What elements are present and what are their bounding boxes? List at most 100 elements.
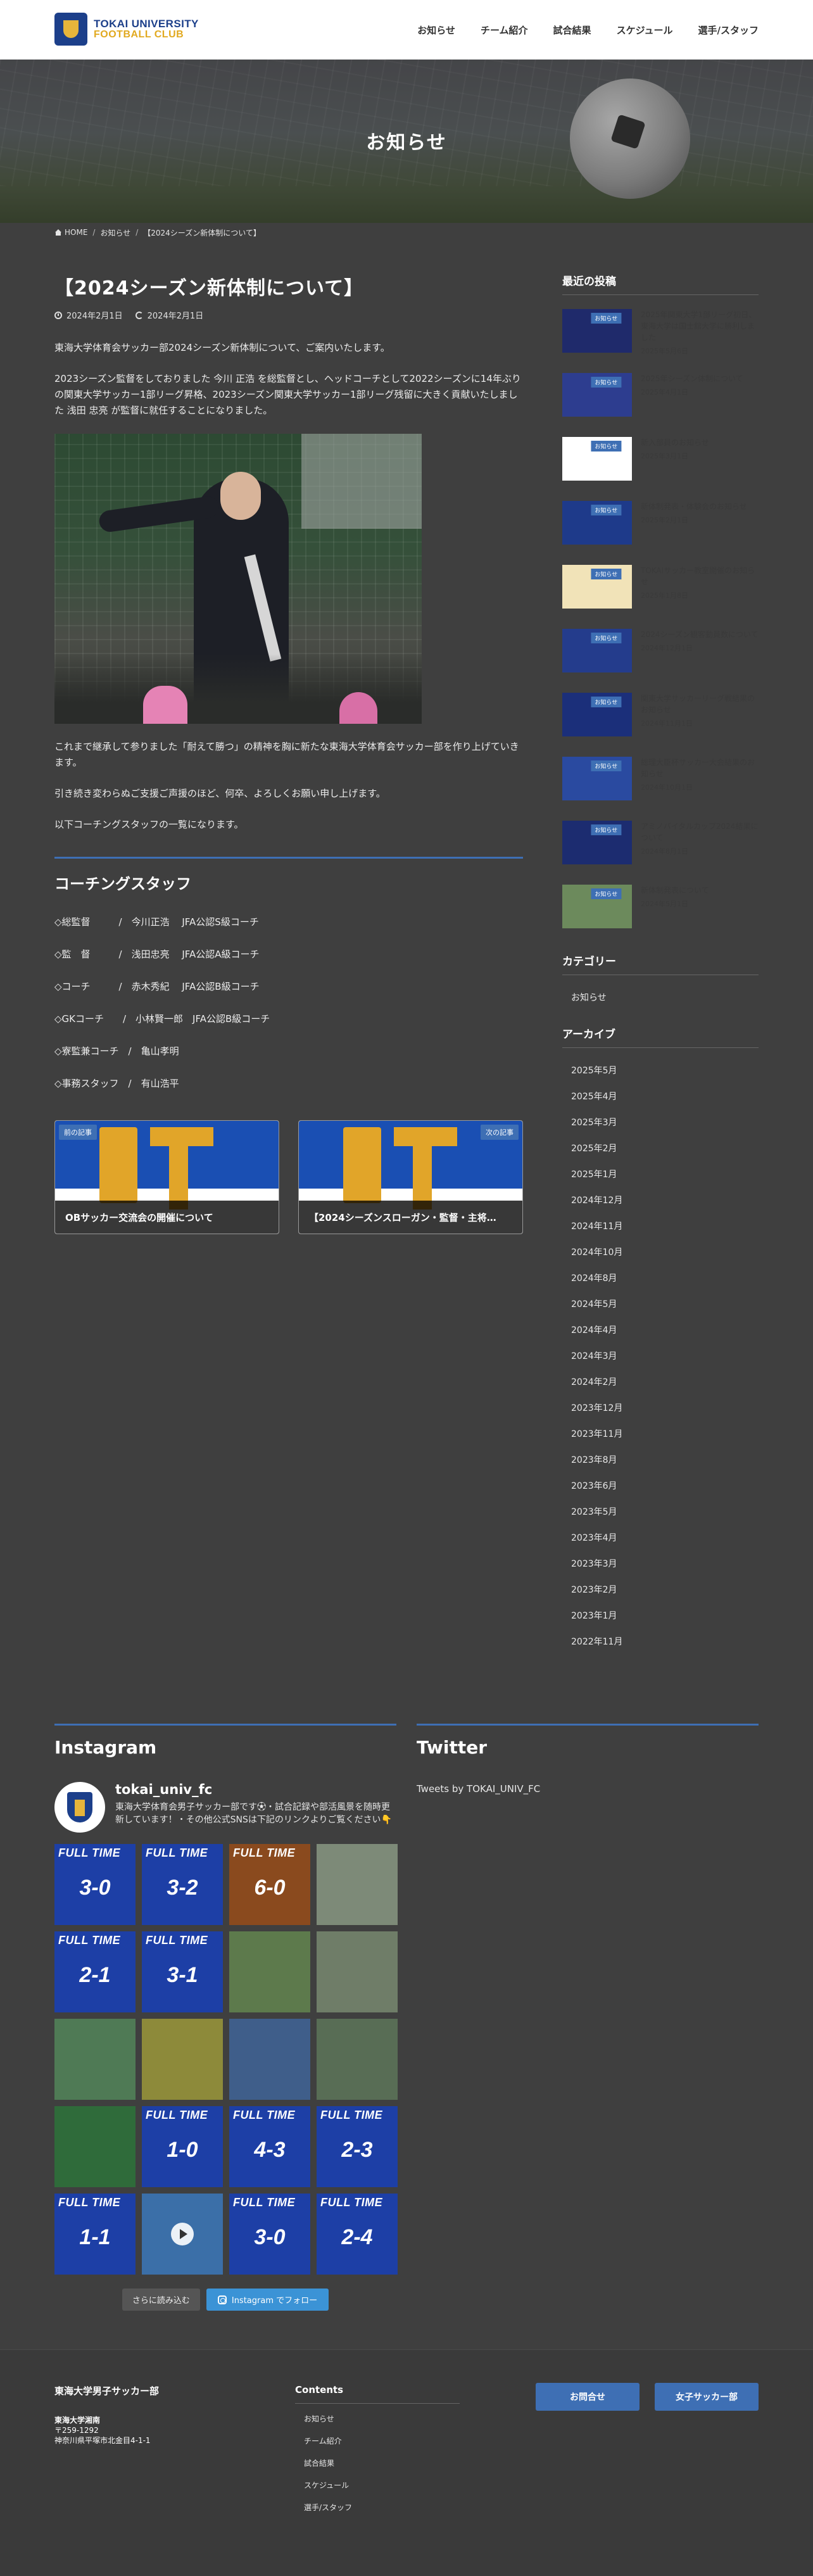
archive-link[interactable]: 2025年3月 (562, 1109, 759, 1135)
archive-link[interactable]: 2024年11月 (562, 1213, 759, 1239)
recent-post-date: 2024年5月1日 (641, 900, 688, 908)
instagram-post-tile[interactable] (229, 2019, 310, 2100)
match-score: 2-4 (341, 2225, 373, 2249)
archive-link[interactable]: 2023年6月 (562, 1472, 759, 1498)
footer-link-results[interactable]: 試合結果 (295, 2452, 460, 2474)
recent-post-item[interactable]: お知らせ 2025年シーズン体制について 2025年4月1日 (562, 373, 759, 437)
archive-link[interactable]: 2024年12月 (562, 1187, 759, 1213)
archive-link[interactable]: 2025年4月 (562, 1083, 759, 1109)
instagram-post-tile[interactable]: FULL TIME 4-3 (229, 2106, 310, 2187)
instagram-post-tile[interactable] (54, 2019, 136, 2100)
recent-post-date: 2025年2月1日 (641, 516, 688, 524)
instagram-post-tile[interactable] (54, 2106, 136, 2187)
archive-link[interactable]: 2023年3月 (562, 1550, 759, 1576)
instagram-post-tile[interactable]: FULL TIME 6-0 (229, 1844, 310, 1925)
footer-link-team[interactable]: チーム紹介 (295, 2430, 460, 2452)
instagram-post-tile[interactable]: FULL TIME 2-4 (317, 2194, 398, 2275)
instagram-post-tile[interactable]: FULL TIME 1-0 (142, 2106, 223, 2187)
recent-post-item[interactable]: お知らせ 新入部員のお知らせ 2025年3月1日 (562, 437, 759, 501)
nav-players-staff[interactable]: 選手/スタッフ (698, 23, 759, 37)
match-score: 6-0 (254, 1876, 286, 1900)
footer-link-players[interactable]: 選手/スタッフ (295, 2496, 460, 2518)
instagram-post-tile[interactable]: FULL TIME 1-1 (54, 2194, 136, 2275)
recent-post-item[interactable]: お知らせ TOKAIサッカー教室開催のお知らせ 2025年1月8日 (562, 565, 759, 629)
footer-address: 東海大学湘南 〒259-1292 神奈川県平塚市北金目4-1-1 (54, 2416, 151, 2445)
archive-link[interactable]: 2023年12月 (562, 1394, 759, 1420)
nav-results[interactable]: 試合結果 (553, 23, 591, 37)
breadcrumb-news[interactable]: お知らせ (100, 227, 130, 238)
footer-link-schedule[interactable]: スケジュール (295, 2474, 460, 2496)
archive-link[interactable]: 2024年2月 (562, 1368, 759, 1394)
recent-post-item[interactable]: お知らせ 新体制発表・体験会のお知らせ 2025年2月1日 (562, 501, 759, 565)
archive-link[interactable]: 2024年8月 (562, 1265, 759, 1291)
archive-link[interactable]: 2025年5月 (562, 1057, 759, 1083)
category-badge: お知らせ (591, 761, 622, 771)
archive-link[interactable]: 2024年10月 (562, 1239, 759, 1265)
archive-link[interactable]: 2025年2月 (562, 1135, 759, 1161)
womens-team-button[interactable]: 女子サッカー部 (655, 2383, 759, 2411)
instagram-post-tile[interactable]: FULL TIME 2-1 (54, 1931, 136, 2012)
recent-post-item[interactable]: お知らせ 2025年関東大学1部リーグ初日、東海大学は国士舘大学に勝利しました 20… (562, 309, 759, 373)
full-time-label: FULL TIME (233, 1847, 296, 1859)
recent-post-date: 2025年5月6日 (641, 347, 688, 355)
site-logo[interactable]: TOKAI UNIVERSITY FOOTBALL CLUB (54, 13, 199, 46)
staff-row: ◇GKコーチ / 小林賢一郎 JFA公認B級コーチ (54, 1013, 270, 1025)
recent-post-item[interactable]: お知らせ アミノバイタルカップ2024結果について 2024年8月1日 (562, 821, 759, 885)
breadcrumb-home[interactable]: HOME (54, 228, 87, 237)
instagram-post-tile[interactable]: FULL TIME 3-0 (229, 2194, 310, 2275)
full-time-label: FULL TIME (233, 2196, 296, 2209)
archive-link[interactable]: 2023年1月 (562, 1602, 759, 1628)
archive-link[interactable]: 2024年4月 (562, 1316, 759, 1342)
instagram-follow-button[interactable]: Instagram でフォロー (206, 2289, 329, 2311)
instagram-post-tile[interactable] (317, 1844, 398, 1925)
archive-link[interactable]: 2024年5月 (562, 1291, 759, 1316)
instagram-post-tile[interactable] (317, 2019, 398, 2100)
staff-row: ◇寮監兼コーチ / 亀山孝明 (54, 1045, 179, 1057)
archive-link[interactable]: 2022年11月 (562, 1628, 759, 1654)
archive-link[interactable]: 2023年2月 (562, 1576, 759, 1602)
instagram-post-tile[interactable]: FULL TIME 2-3 (317, 2106, 398, 2187)
archive-link[interactable]: 2023年4月 (562, 1524, 759, 1550)
footer-link-news[interactable]: お知らせ (295, 2408, 460, 2430)
archive-link[interactable]: 2024年3月 (562, 1342, 759, 1368)
full-time-label: FULL TIME (146, 1847, 208, 1859)
recent-post-thumbnail: お知らせ (562, 885, 632, 928)
match-score: 3-2 (167, 1876, 198, 1900)
recent-post-item[interactable]: お知らせ 新体制発表について 2024年5月1日 (562, 885, 759, 949)
next-tag: 次の記事 (481, 1125, 519, 1140)
instagram-profile: tokai_univ_fc 東海大学体育会男子サッカー部です⚽︎・試合記録や部活… (54, 1782, 396, 1833)
contact-button[interactable]: お問合せ (536, 2383, 640, 2411)
recent-post-item[interactable]: お知らせ 2024シーズン観客動員数について 2024年12月1日 (562, 629, 759, 693)
nav-team[interactable]: チーム紹介 (481, 23, 528, 37)
instagram-feed: FULL TIME 3-0 FULL TIME 3-2 FULL TIME 6-0 FULL… (54, 1844, 398, 2275)
instagram-post-tile[interactable] (229, 1931, 310, 2012)
nav-schedule[interactable]: スケジュール (617, 23, 673, 37)
instagram-post-tile[interactable] (317, 1931, 398, 2012)
recent-post-item[interactable]: お知らせ 総理大臣杯サッカー大会結果のお知らせ 2024年10月1日 (562, 757, 759, 821)
match-score: 2-3 (341, 2138, 373, 2162)
archive-list: 2025年5月 2025年4月 2025年3月 2025年2月 2025年1月 2024年… (562, 1057, 759, 1654)
prev-post-card[interactable]: 前の記事 OBサッカー交流会の開催について (54, 1120, 279, 1234)
instagram-post-tile[interactable]: FULL TIME 3-2 (142, 1844, 223, 1925)
archive-link[interactable]: 2023年8月 (562, 1446, 759, 1472)
breadcrumb: HOME / お知らせ / 【2024シーズン新体制について】 (54, 223, 759, 242)
archive-link[interactable]: 2023年11月 (562, 1420, 759, 1446)
load-more-button[interactable]: さらに読み込む (122, 2289, 200, 2311)
instagram-post-tile[interactable] (142, 2019, 223, 2100)
twitter-timeline-link[interactable]: Tweets by TOKAI_UNIV_FC (417, 1783, 759, 1795)
instagram-post-tile[interactable]: FULL TIME 3-1 (142, 1931, 223, 2012)
instagram-post-tile[interactable] (142, 2194, 223, 2275)
next-post-card[interactable]: 次の記事 【2024シーズンスローガン・監督・主将… (298, 1120, 523, 1234)
nav-news[interactable]: お知らせ (417, 23, 455, 37)
instagram-post-tile[interactable]: FULL TIME 3-0 (54, 1844, 136, 1925)
footer-contents-heading: Contents (295, 2384, 460, 2404)
recent-post-item[interactable]: お知らせ 関東大学サッカーリーグ戦結果のお知らせ 2024年11月1日 (562, 693, 759, 757)
instagram-username[interactable]: tokai_univ_fc (115, 1782, 212, 1797)
staff-row: ◇総監督 / 今川正浩 JFA公認S級コーチ (54, 916, 259, 928)
archive-link[interactable]: 2025年1月 (562, 1161, 759, 1187)
category-link[interactable]: お知らせ (562, 984, 759, 1010)
full-time-label: FULL TIME (233, 2109, 296, 2121)
full-time-label: FULL TIME (146, 2109, 208, 2121)
instagram-avatar[interactable] (54, 1782, 105, 1833)
archive-link[interactable]: 2023年5月 (562, 1498, 759, 1524)
